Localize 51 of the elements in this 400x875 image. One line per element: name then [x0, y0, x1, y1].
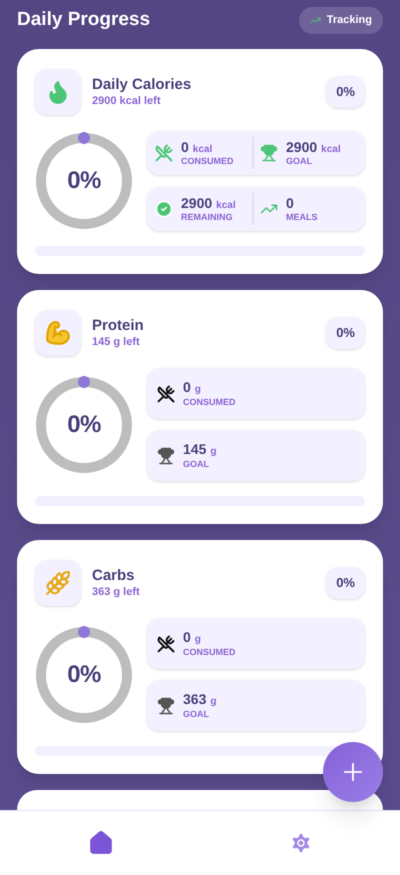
wheat-icon: [45, 570, 71, 596]
utensils-icon: [155, 144, 173, 162]
card-title: Protein: [92, 316, 145, 336]
tracking-badge: Tracking: [298, 7, 383, 34]
ring-percent: 0%: [67, 410, 101, 440]
stat-value: 0: [286, 194, 294, 212]
page-title: Daily Progress: [17, 8, 150, 32]
stat-label: CONSUMED: [183, 646, 236, 658]
stat-value: 145: [183, 441, 206, 459]
percent-badge: 0%: [326, 76, 365, 108]
card-subtitle: 363 g left: [92, 586, 141, 600]
utensils-icon: [157, 634, 175, 652]
stat-unit: g: [210, 696, 216, 709]
ring-percent: 0%: [67, 166, 101, 196]
progress-knob: [78, 132, 90, 144]
card-title: Carbs: [92, 566, 136, 586]
trophy-icon: [157, 446, 175, 464]
progress-knob: [78, 626, 90, 638]
stat-label: REMAINING: [181, 212, 234, 224]
stat-label: CONSUMED: [181, 156, 234, 168]
trend-line-icon: [310, 15, 321, 26]
flexed-arm-icon: [45, 320, 71, 346]
stat-value: 2900: [286, 138, 318, 156]
stat-value: 0: [183, 629, 191, 647]
percent-badge: 0%: [326, 317, 365, 349]
stat-value: 363: [183, 691, 206, 709]
progress-knob: [78, 376, 90, 388]
home-icon: [88, 830, 114, 856]
percent-badge: 0%: [326, 567, 365, 599]
stat-unit: kcal: [192, 144, 212, 156]
stat-value: 0: [181, 138, 189, 156]
stat-unit: g: [194, 634, 201, 647]
stat-value: 2900: [181, 194, 212, 212]
trophy-icon: [157, 696, 175, 714]
card-subtitle: 145 g left: [92, 336, 141, 350]
stat-label: GOAL: [183, 458, 210, 470]
stat-unit: g: [194, 384, 201, 397]
check-circle-icon: [155, 200, 173, 218]
stat-unit: kcal: [321, 144, 341, 156]
card-subtitle: 2900 kcal left: [92, 94, 162, 108]
stat-label: GOAL: [286, 156, 313, 168]
stat-unit: g: [210, 446, 216, 459]
card-title: Daily Calories: [92, 76, 192, 94]
stat-label: GOAL: [183, 708, 210, 720]
stat-unit: kcal: [216, 200, 236, 212]
stat-label: CONSUMED: [183, 396, 236, 408]
trophy-icon: [260, 144, 278, 162]
ring-percent: 0%: [67, 660, 101, 690]
utensils-icon: [157, 384, 175, 402]
stat-label: MEALS: [286, 212, 318, 224]
stat-value: 0: [183, 379, 191, 397]
